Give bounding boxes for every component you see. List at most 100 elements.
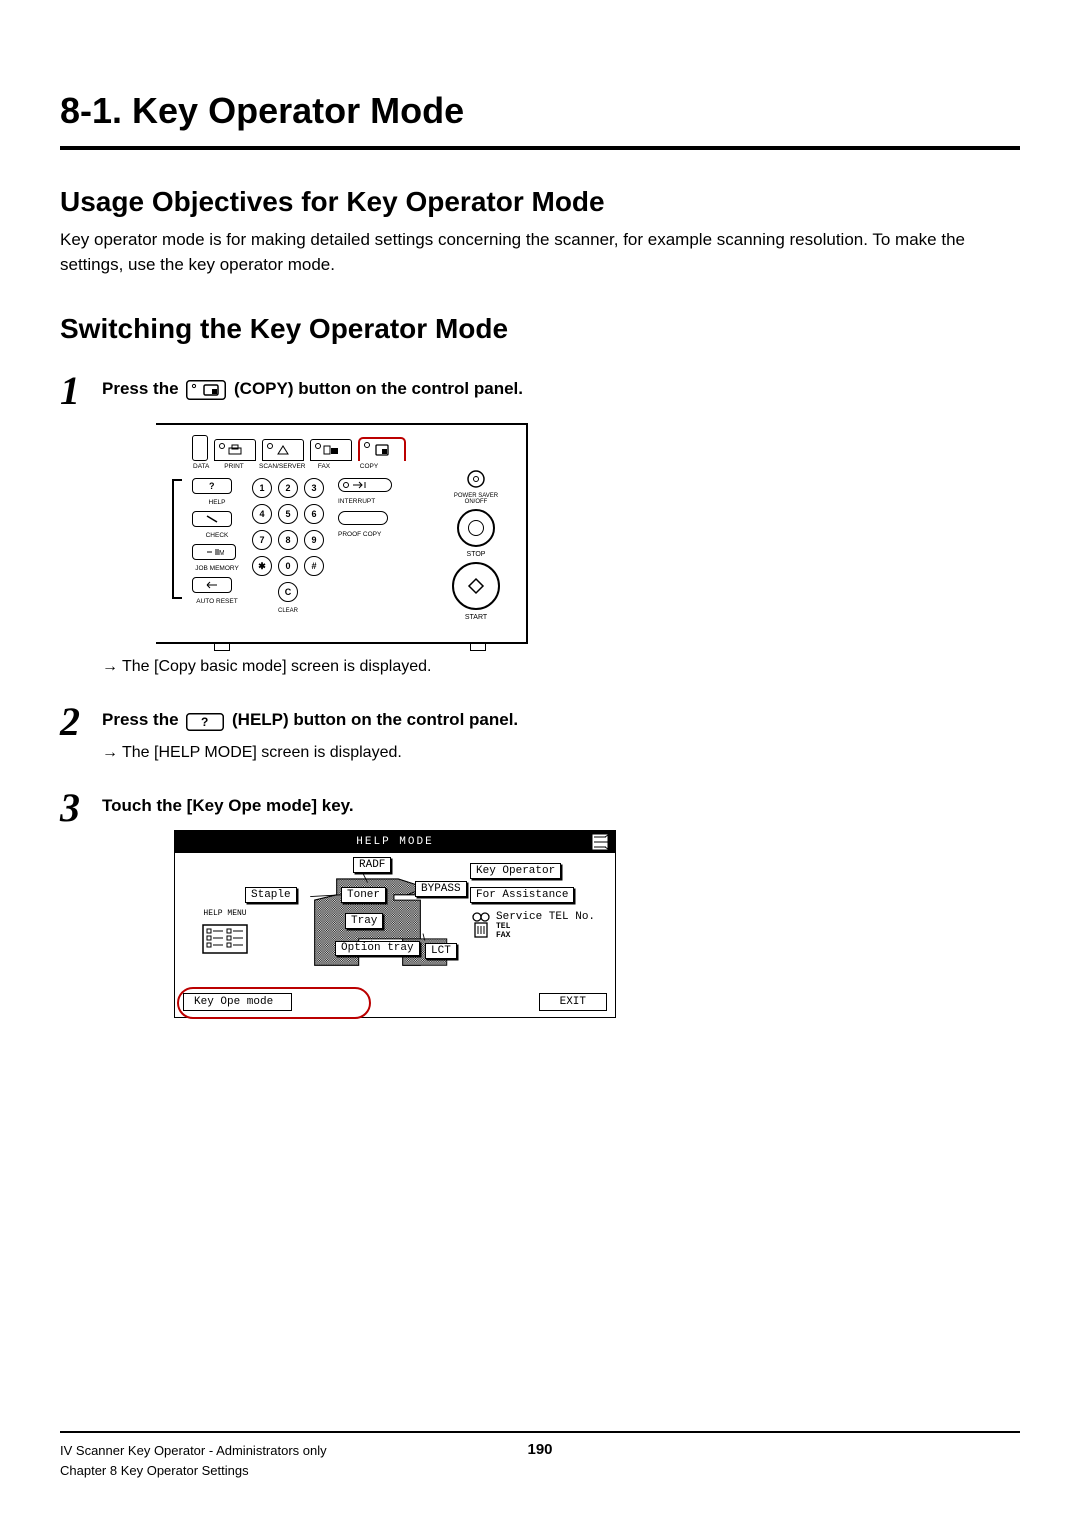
print-label: PRINT (214, 463, 254, 470)
option-tray-button: Option tray (335, 941, 420, 956)
service-tel-label: Service TEL No. (496, 911, 595, 923)
jobmem-button: M (192, 544, 236, 560)
usage-subhead: Usage Objectives for Key Operator Mode (60, 186, 1020, 218)
jobmem-label: JOB MEMORY (192, 565, 242, 572)
help-mode-title: HELP MODE (356, 836, 433, 848)
step-1-result: → The [Copy basic mode] screen is displa… (102, 658, 1020, 676)
step-1-post: (COPY) button on the control panel. (234, 379, 523, 398)
jobmem-icon: M (204, 547, 224, 557)
help-title-icon (591, 833, 609, 851)
tel-label: TEL (496, 922, 510, 931)
step-3-number: 3 (60, 788, 102, 828)
svg-text:?: ? (209, 481, 215, 491)
help-button-icon: ? (186, 713, 224, 736)
radf-button: RADF (353, 857, 391, 873)
panel-screen-stub (192, 435, 208, 461)
stop-button (457, 509, 495, 547)
key-3: 3 (304, 478, 324, 498)
numeric-keypad: 1 2 3 4 5 6 7 8 9 ✱ 0 # (252, 478, 324, 628)
proof-button (338, 511, 388, 525)
interrupt-button (338, 478, 392, 492)
autoreset-icon (205, 580, 219, 590)
lct-button: LCT (425, 943, 457, 959)
fax-label-small: FAX (496, 931, 510, 940)
svg-text:?: ? (201, 715, 208, 729)
proof-label: PROOF COPY (338, 531, 381, 538)
scan-tab (262, 439, 304, 461)
help-label: HELP (192, 499, 242, 506)
step-3-instruction: Touch the [Key Ope mode] key. (102, 796, 1020, 816)
clear-label: CLEAR (278, 608, 298, 628)
page-number: 190 (527, 1441, 552, 1458)
exit-button: EXIT (539, 993, 607, 1011)
key-7: 7 (252, 530, 272, 550)
step-1-number: 1 (60, 371, 102, 411)
help-icon: ? (205, 481, 219, 491)
key-4: 4 (252, 504, 272, 524)
fax-tab (310, 439, 352, 461)
key-0: 0 (278, 556, 298, 576)
tray-button: Tray (345, 913, 383, 929)
autoreset-button (192, 577, 232, 593)
key-operator-button: Key Operator (470, 863, 561, 879)
step-2-instruction: Press the ? (HELP) button on the control… (102, 710, 1020, 736)
section-title: 8-1. Key Operator Mode (60, 90, 1020, 150)
stop-label: STOP (467, 551, 486, 558)
step-1: 1 Press the (COPY) button on the control… (60, 371, 1020, 676)
key-1: 1 (252, 478, 272, 498)
interrupt-icon (352, 481, 368, 489)
help-menu-label: HELP MENU (203, 909, 246, 918)
key-5: 5 (278, 504, 298, 524)
step-1-pre: Press the (102, 379, 183, 398)
autoreset-label: AUTO RESET (192, 598, 242, 605)
control-panel-illustration: DATA PRINT SCAN/SERVER FAX COPY ? HELP (174, 423, 1020, 644)
step-2-pre: Press the (102, 710, 183, 729)
bypass-button: BYPASS (415, 881, 467, 897)
print-tab (214, 439, 256, 461)
service-icon (470, 911, 492, 939)
interrupt-label: INTERRUPT (338, 498, 375, 505)
usage-body: Key operator mode is for making detailed… (60, 228, 1020, 277)
step-2-result: → The [HELP MODE] screen is displayed. (102, 744, 1020, 762)
svg-text:M: M (219, 550, 224, 557)
power-label: POWER SAVER ON/OFF (454, 493, 498, 505)
step-2-result-text: The [HELP MODE] screen is displayed. (122, 744, 402, 761)
help-menu-icon (202, 924, 248, 954)
print-icon (228, 444, 242, 456)
key-6: 6 (304, 504, 324, 524)
power-saver-icon (466, 469, 486, 489)
help-button: ? (192, 478, 232, 494)
copy-label: COPY (349, 463, 389, 470)
copy-tab-highlighted (358, 437, 406, 461)
step-2: 2 Press the ? (HELP) button on the contr… (60, 702, 1020, 762)
step-2-post: (HELP) button on the control panel. (232, 710, 518, 729)
scan-icon (276, 444, 290, 456)
start-button (452, 562, 500, 610)
start-icon (467, 577, 485, 595)
step-2-number: 2 (60, 702, 102, 742)
key-9: 9 (304, 530, 324, 550)
key-8: 8 (278, 530, 298, 550)
page-footer: IV Scanner Key Operator - Administrators… (60, 1371, 1020, 1480)
key-2: 2 (278, 478, 298, 498)
footer-line-2: Chapter 8 Key Operator Settings (60, 1461, 327, 1481)
copy-icon (374, 443, 390, 457)
option-tray-label: Option tray (341, 943, 414, 954)
start-label: START (465, 614, 487, 621)
copy-button-icon (186, 380, 226, 405)
toner-button: Toner (341, 887, 386, 903)
check-label: CHECK (192, 532, 242, 539)
key-ope-mode-button: Key Ope mode (183, 993, 292, 1011)
check-icon (205, 514, 219, 524)
scan-label: SCAN/SERVER (259, 463, 299, 470)
help-mode-screenshot: HELP MODE HELP MENU (174, 830, 1020, 1018)
for-assistance-button: For Assistance (470, 887, 574, 903)
key-hash: # (304, 556, 324, 576)
data-label: DATA (193, 463, 209, 470)
fax-label: FAX (304, 463, 344, 470)
footer-line-1: IV Scanner Key Operator - Administrators… (60, 1441, 327, 1461)
switch-subhead: Switching the Key Operator Mode (60, 313, 1020, 345)
key-clear: C (278, 582, 298, 602)
staple-button: Staple (245, 887, 297, 903)
key-star: ✱ (252, 556, 272, 576)
